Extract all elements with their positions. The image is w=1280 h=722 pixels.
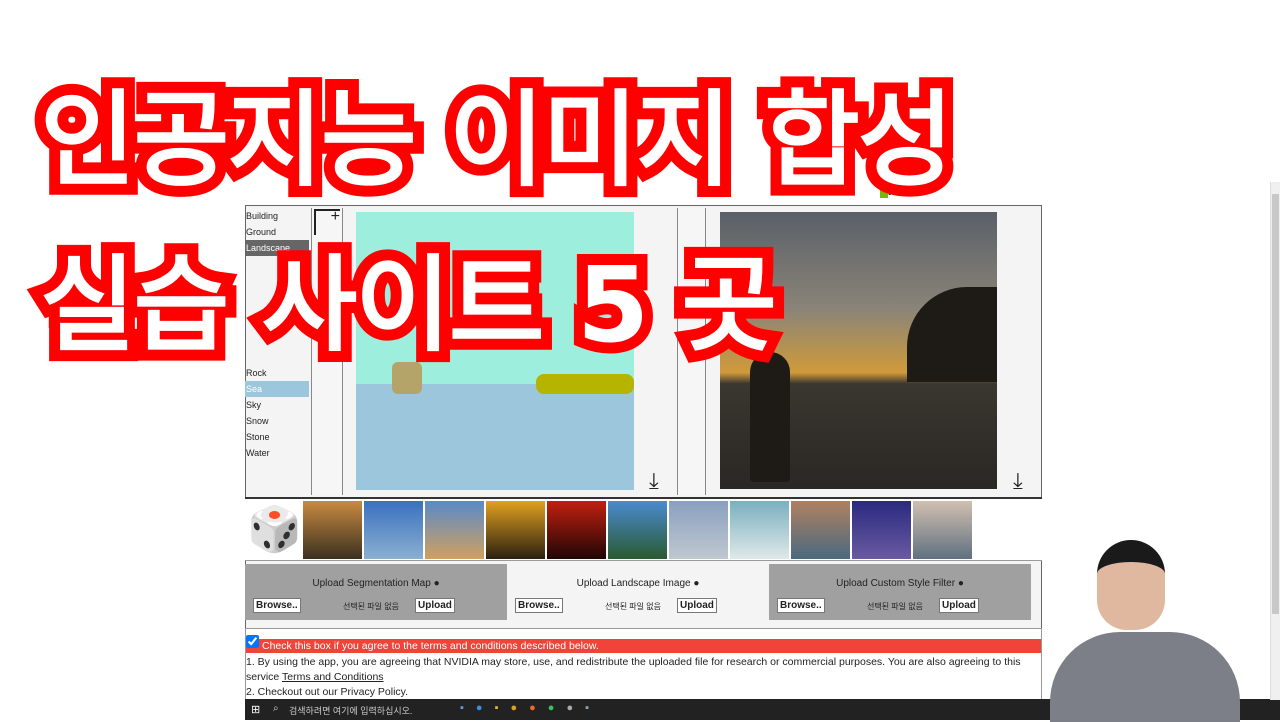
taskbar-app-icons[interactable]: ▪●▪●●●●▪ [460, 702, 601, 714]
terms-checkbox[interactable] [246, 635, 259, 648]
overlay-title-line-1: 인공지능 이미지 합성 [29, 68, 965, 212]
style-thumbnail[interactable] [364, 501, 423, 559]
terms-line-1: 1. By using the app, you are agreeing th… [246, 656, 1021, 668]
style-thumbnail[interactable] [486, 501, 545, 559]
style-thumbnail[interactable] [791, 501, 850, 559]
info-icon[interactable]: ● [434, 578, 440, 589]
no-file-label: 선택된 파일 없음 [867, 602, 923, 611]
browse-button[interactable]: Browse.. [253, 598, 301, 613]
presenter-webcam [1045, 540, 1245, 722]
style-thumbnail[interactable] [730, 501, 789, 559]
upload-title: Upload Custom Style Filter ● [836, 578, 964, 589]
browse-button[interactable]: Browse.. [515, 598, 563, 613]
style-thumbnail[interactable] [547, 501, 606, 559]
download-icon[interactable]: ⤓ [649, 468, 659, 494]
no-file-label: 선택된 파일 없음 [605, 602, 661, 611]
random-dice-icon[interactable]: 🎲 [247, 501, 302, 559]
upload-button[interactable]: Upload [939, 598, 979, 613]
style-thumbnail[interactable] [669, 501, 728, 559]
upload-panel: Upload Segmentation Map ● Browse.. 선택된 파… [245, 564, 507, 620]
palette-item[interactable]: Water [245, 445, 309, 461]
upload-title: Upload Segmentation Map ● [312, 578, 440, 589]
info-icon[interactable]: ● [958, 578, 964, 589]
info-icon[interactable]: ● [693, 578, 699, 589]
terms-line-3: 2. Checkout out our Privacy Policy. [246, 686, 409, 698]
download-icon[interactable]: ⤓ [1013, 468, 1023, 494]
style-thumbnail[interactable] [425, 501, 484, 559]
style-thumbnail[interactable] [913, 501, 972, 559]
palette-item[interactable]: Sky [245, 397, 309, 413]
terms-checkbox-label: Check this box if you agree to the terms… [262, 640, 599, 652]
upload-panel: Upload Landscape Image ● Browse.. 선택된 파일… [507, 564, 769, 620]
browse-button[interactable]: Browse.. [777, 598, 825, 613]
no-file-label: 선택된 파일 없음 [343, 602, 399, 611]
overlay-title-line-2: 실습 사이트 5 곳 [29, 233, 788, 377]
style-thumbnail[interactable] [608, 501, 667, 559]
terms-line-2: service [246, 671, 282, 683]
style-thumbnail[interactable] [303, 501, 362, 559]
style-thumbnails: 🎲 [245, 497, 1042, 561]
style-thumbnail[interactable] [852, 501, 911, 559]
windows-start-icon[interactable]: ⊞ [251, 703, 260, 716]
upload-panel: Upload Custom Style Filter ● Browse.. 선택… [769, 564, 1031, 620]
palette-item[interactable]: Sea [245, 381, 309, 397]
palette-item[interactable]: Snow [245, 413, 309, 429]
search-icon: ⌕ [273, 703, 279, 714]
upload-title: Upload Landscape Image ● [576, 578, 700, 589]
terms-link[interactable]: Terms and Conditions [282, 671, 384, 683]
scrollbar[interactable] [1270, 182, 1280, 700]
palette-item[interactable]: Stone [245, 429, 309, 445]
terms-checkbox-bar: Check this box if you agree to the terms… [246, 635, 1041, 653]
upload-button[interactable]: Upload [415, 598, 455, 613]
taskbar-search[interactable]: 검색하려면 여기에 입력하십시오. [289, 704, 412, 717]
upload-button[interactable]: Upload [677, 598, 717, 613]
terms-section: Check this box if you agree to the terms… [245, 628, 1042, 700]
